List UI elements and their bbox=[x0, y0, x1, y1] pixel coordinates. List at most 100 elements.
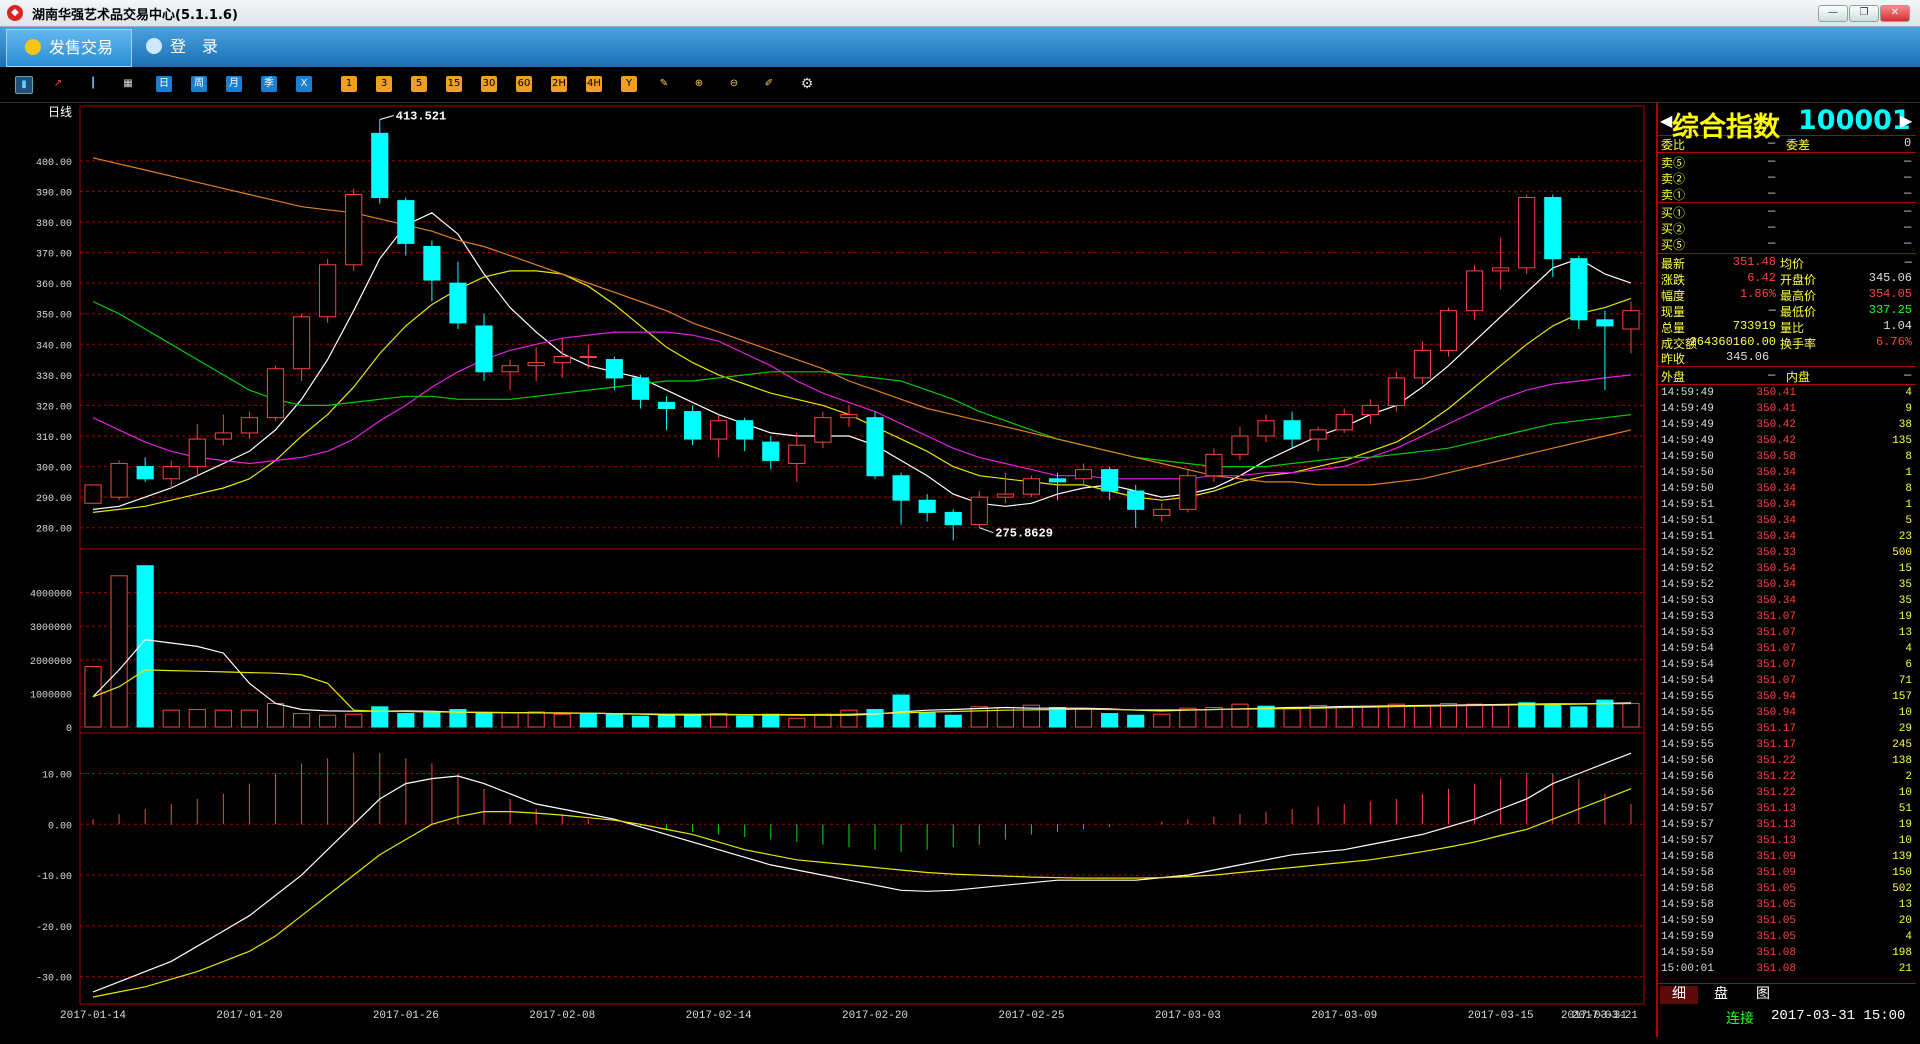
candle-body bbox=[1022, 478, 1041, 495]
line-chart-icon[interactable]: ↗ bbox=[50, 76, 66, 92]
gear-icon[interactable]: ⚙ bbox=[799, 76, 815, 92]
tick-volume: 4 bbox=[1905, 643, 1912, 655]
candle-body bbox=[970, 496, 988, 526]
status-bar: 连接 2017-03-31 15:00 bbox=[1656, 1006, 1920, 1028]
macd-line-dif bbox=[92, 752, 1632, 993]
buy-level-label: 买① bbox=[1661, 207, 1686, 221]
hour-2-button[interactable]: 2H bbox=[551, 76, 567, 92]
tick-volume: 5 bbox=[1905, 515, 1912, 527]
tick-volume: 1 bbox=[1905, 467, 1912, 479]
tick-time: 14:59:52 bbox=[1661, 547, 1714, 559]
tick-volume: 500 bbox=[1892, 547, 1912, 559]
price-tick-label: 390.00 bbox=[36, 188, 72, 199]
min-1-button[interactable]: 1 bbox=[341, 76, 357, 92]
volume-bar bbox=[1622, 702, 1640, 728]
date-tick-label: 2017-03-03 bbox=[1155, 1010, 1221, 1022]
volume-bar bbox=[1231, 703, 1249, 728]
close-button[interactable]: ✕ bbox=[1880, 5, 1910, 22]
nav-bar: 发售交易 登 录 bbox=[0, 27, 1920, 67]
kline-chart[interactable]: 日线 280.00 290.00 300.00 310.00 320.00 330.00 34… bbox=[0, 103, 1656, 1040]
candle-body bbox=[1153, 508, 1171, 516]
tick-price: 351.08 bbox=[1756, 963, 1796, 975]
buy-level-price: — bbox=[1768, 220, 1776, 234]
volume-bar bbox=[266, 702, 285, 728]
tick-row: 14:59:55 350.94 10 bbox=[1658, 707, 1916, 723]
period-season-button[interactable]: 季 bbox=[261, 76, 277, 92]
tick-volume: 23 bbox=[1898, 531, 1912, 543]
tick-row: 14:59:58 351.05 13 bbox=[1658, 899, 1916, 915]
tick-row: 14:59:53 350.34 35 bbox=[1658, 595, 1916, 611]
candle-body bbox=[501, 365, 519, 373]
min-3-button[interactable]: 3 bbox=[376, 76, 392, 92]
quote-label: 涨跌 bbox=[1661, 274, 1686, 288]
volume-tick-label: 2000000 bbox=[30, 657, 72, 668]
edit-icon[interactable]: ✎ bbox=[656, 76, 672, 92]
period-x-button[interactable]: X bbox=[296, 76, 312, 92]
tick-price: 351.09 bbox=[1756, 851, 1796, 863]
min-15-button[interactable]: 15 bbox=[446, 76, 462, 92]
quote-label: 最低价 bbox=[1780, 306, 1817, 320]
draw-tool-icon[interactable]: ✐ bbox=[761, 76, 777, 92]
candle-body bbox=[1413, 349, 1432, 379]
weicha-value: 0 bbox=[1904, 136, 1912, 150]
tick-price: 351.05 bbox=[1756, 883, 1796, 895]
candle-body bbox=[1622, 310, 1640, 330]
volume-bar bbox=[345, 713, 363, 728]
tick-price: 350.34 bbox=[1756, 515, 1796, 527]
date-tick-label: 2017-02-08 bbox=[529, 1010, 595, 1022]
next-arrow-icon[interactable]: ▶ bbox=[1900, 111, 1912, 131]
index-title: ◀ 综合指数 100001 ▶ bbox=[1658, 103, 1916, 143]
quote-value: 733919 bbox=[1732, 319, 1776, 333]
tab-sales-trading[interactable]: 发售交易 bbox=[6, 29, 133, 67]
candle-chart-icon[interactable]: ┃ bbox=[85, 76, 101, 92]
tab-chart[interactable]: 图 bbox=[1744, 986, 1782, 1004]
tick-time: 14:59:52 bbox=[1661, 579, 1714, 591]
year-button[interactable]: Y bbox=[621, 76, 637, 92]
weibi-label: 委比 bbox=[1661, 139, 1686, 153]
min-5-button[interactable]: 5 bbox=[411, 76, 427, 92]
quote-label: 开盘价 bbox=[1780, 274, 1817, 288]
sell-level-price: — bbox=[1768, 186, 1776, 200]
zoom-in-icon[interactable]: ⊕ bbox=[691, 76, 707, 92]
hour-4-button[interactable]: 4H bbox=[586, 76, 602, 92]
period-day-button[interactable]: 日 bbox=[156, 76, 172, 92]
tick-row: 14:59:56 351.22 10 bbox=[1658, 787, 1916, 803]
sell-level-row: 卖⑤ — — bbox=[1658, 154, 1916, 171]
quote-value: 264360160.00 bbox=[1689, 335, 1776, 349]
minimize-button[interactable]: — bbox=[1818, 5, 1848, 22]
price-tick-label: 300.00 bbox=[36, 464, 72, 475]
maximize-button[interactable]: ❐ bbox=[1849, 5, 1879, 22]
buy-level-price: — bbox=[1768, 204, 1776, 218]
tick-price: 351.13 bbox=[1756, 835, 1796, 847]
neipan-label: 内盘 bbox=[1786, 371, 1811, 385]
tick-row: 14:59:55 351.17 29 bbox=[1658, 723, 1916, 739]
period-week-button[interactable]: 周 bbox=[191, 76, 207, 92]
tab-login[interactable]: 登 录 bbox=[128, 29, 236, 65]
price-tick-label: 340.00 bbox=[36, 341, 72, 352]
tick-row: 14:59:49 350.42 38 bbox=[1658, 419, 1916, 435]
tick-volume: 4 bbox=[1905, 931, 1912, 943]
volume-bar bbox=[970, 706, 988, 728]
buy-level-label: 买⑤ bbox=[1661, 239, 1686, 253]
tick-row: 14:59:59 351.05 4 bbox=[1658, 931, 1916, 947]
candle-body bbox=[1439, 310, 1458, 351]
zuoshou-label: 昨收 bbox=[1661, 353, 1686, 367]
prev-arrow-icon[interactable]: ◀ bbox=[1660, 111, 1672, 131]
quote-label: 现量 bbox=[1661, 306, 1686, 320]
tick-row: 14:59:54 351.07 4 bbox=[1658, 643, 1916, 659]
quote-value: 6.42 bbox=[1747, 271, 1776, 285]
candle-body bbox=[449, 282, 467, 324]
sell-level-label: 卖⑤ bbox=[1661, 157, 1686, 171]
bar-chart-icon[interactable]: ▮ bbox=[15, 76, 33, 94]
tab-detail[interactable]: 细 bbox=[1660, 986, 1698, 1004]
calendar-icon[interactable]: ▦ bbox=[120, 76, 136, 92]
weibi-row: 委比 — 委差 0 bbox=[1658, 136, 1916, 153]
tick-price: 351.05 bbox=[1756, 931, 1796, 943]
tab-orderbook[interactable]: 盘 bbox=[1702, 986, 1740, 1004]
min-60-button[interactable]: 60 bbox=[516, 76, 532, 92]
min-30-button[interactable]: 30 bbox=[481, 76, 497, 92]
tick-price: 350.34 bbox=[1756, 467, 1796, 479]
zoom-out-icon[interactable]: ⊖ bbox=[726, 76, 742, 92]
tick-time: 14:59:49 bbox=[1661, 419, 1714, 431]
period-month-button[interactable]: 月 bbox=[226, 76, 242, 92]
